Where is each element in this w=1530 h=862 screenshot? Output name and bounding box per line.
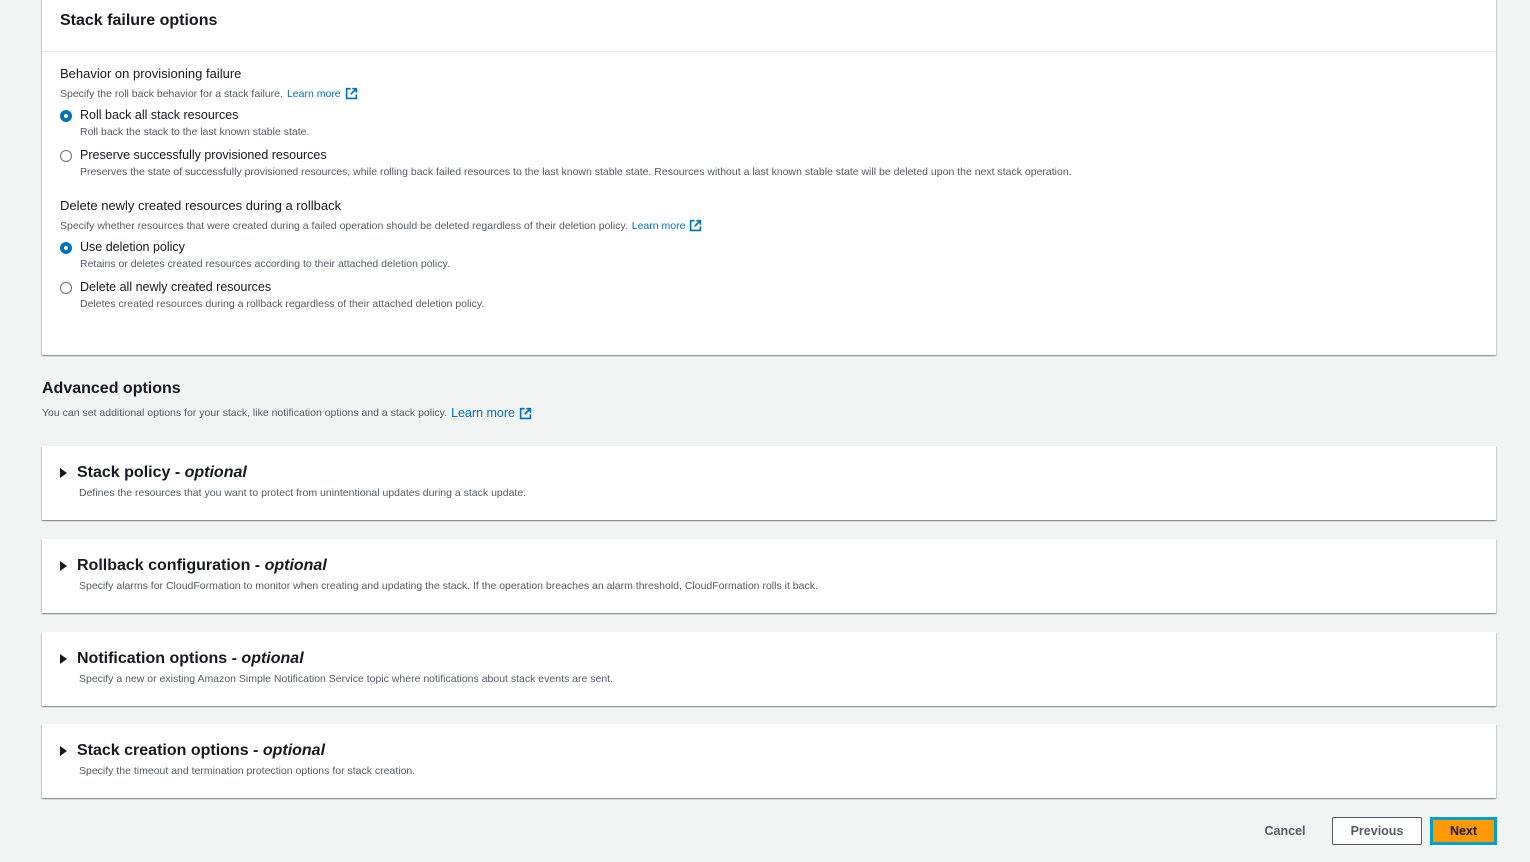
provisioning-failure-group: Behavior on provisioning failure Specify… [60,66,1478,180]
learn-more-link[interactable]: Learn more [451,406,515,420]
radio-label[interactable]: Use deletion policy [80,240,450,254]
section-description: You can set additional options for your … [42,407,448,419]
panel-title[interactable]: Stack policy - [77,464,185,481]
radio-label[interactable]: Roll back all stack resources [80,108,309,122]
panel-title[interactable]: Stack creation options - [77,742,263,759]
radio-label[interactable]: Delete all newly created resources [80,280,484,294]
stack-failure-options-panel: Stack failure options Behavior on provis… [42,0,1496,355]
radio-description: Retains or deletes created resources acc… [80,258,450,270]
section-title: Advanced options [42,380,181,397]
caret-right-icon[interactable] [60,746,67,756]
optional-label: optional [184,464,247,481]
panel-description: Specify the timeout and termination prot… [79,765,416,777]
radio-label[interactable]: Preserve successfully provisioned resour… [80,148,1072,162]
rollback-configuration-panel[interactable]: Rollback configuration - optional Specif… [42,539,1496,613]
previous-button[interactable]: Previous [1332,817,1422,845]
caret-right-icon[interactable] [60,468,67,478]
field-description: Specify the roll back behavior for a sta… [60,87,283,100]
radio-description: Preserves the state of successfully prov… [80,166,1072,178]
advanced-options-header: Advanced options You can set additional … [42,380,532,420]
next-button[interactable]: Next [1430,817,1497,845]
caret-right-icon[interactable] [60,654,67,664]
notification-options-panel[interactable]: Notification options - optional Specify … [42,632,1496,706]
optional-label: optional [264,557,327,574]
panel-description: Specify a new or existing Amazon Simple … [79,673,614,685]
panel-description: Defines the resources that you want to p… [79,487,527,499]
stack-policy-panel[interactable]: Stack policy - optional Defines the reso… [42,446,1496,520]
optional-label: optional [241,650,304,667]
external-link-icon[interactable] [345,87,358,100]
radio-button[interactable] [60,242,72,254]
radio-option-delete-all-new[interactable]: Delete all newly created resources Delet… [60,280,1478,312]
radio-button[interactable] [60,282,72,294]
external-link-icon[interactable] [689,219,702,232]
learn-more-link[interactable]: Learn more [632,220,686,232]
learn-more-link[interactable]: Learn more [287,88,341,100]
panel-description: Specify alarms for CloudFormation to mon… [79,580,818,592]
optional-label: optional [262,742,326,759]
radio-button[interactable] [60,150,72,162]
radio-option-rollback-all[interactable]: Roll back all stack resources Roll back … [60,108,1478,140]
panel-title[interactable]: Rollback configuration - [77,557,265,574]
field-description: Specify whether resources that were crea… [60,219,628,232]
panel-title: Stack failure options [42,0,1496,52]
cancel-button[interactable]: Cancel [1254,817,1316,845]
field-label: Behavior on provisioning failure [60,66,242,81]
radio-description: Roll back the stack to the last known st… [80,126,310,138]
radio-description: Deletes created resources during a rollb… [80,298,485,310]
caret-right-icon[interactable] [60,561,67,571]
delete-new-resources-group: Delete newly created resources during a … [60,198,1478,312]
radio-button[interactable] [60,110,72,122]
stack-creation-options-panel[interactable]: Stack creation options - optional Specif… [42,724,1496,798]
radio-option-preserve[interactable]: Preserve successfully provisioned resour… [60,148,1478,180]
radio-option-use-deletion-policy[interactable]: Use deletion policy Retains or deletes c… [60,240,1478,272]
field-label: Delete newly created resources during a … [60,198,342,213]
external-link-icon[interactable] [519,407,532,420]
panel-title[interactable]: Notification options - [77,650,241,667]
